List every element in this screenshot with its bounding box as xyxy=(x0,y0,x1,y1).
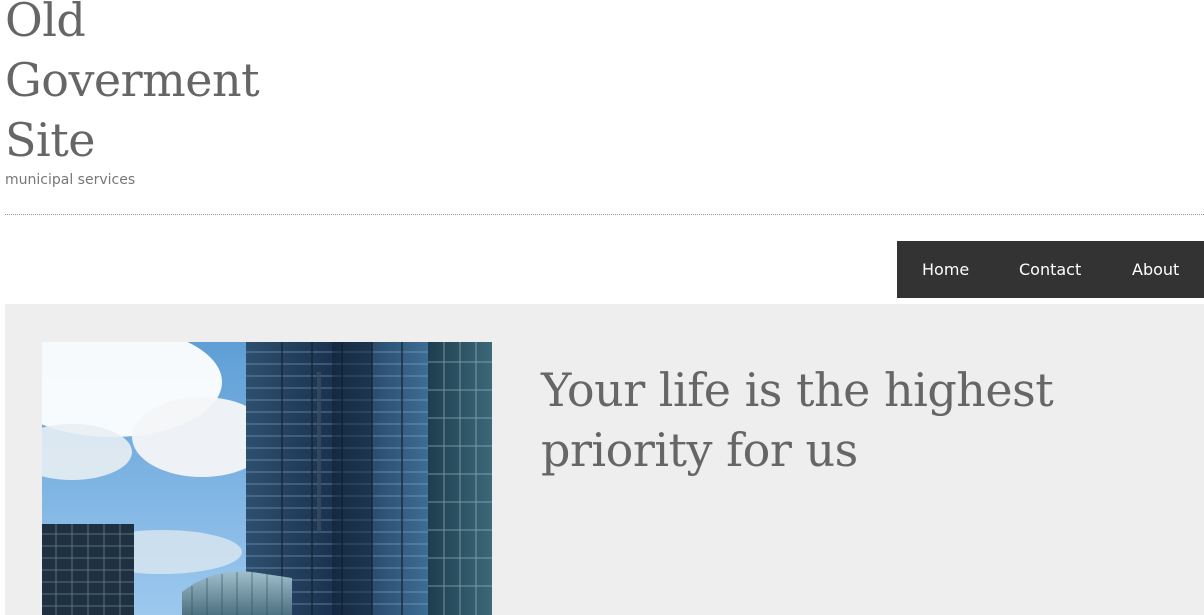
site-tagline: municipal services xyxy=(5,172,136,188)
site-title-line-3: Site xyxy=(5,113,95,167)
site-title-line-2: Goverment xyxy=(5,53,260,107)
hero-heading: Your life is the highest priority for us xyxy=(541,363,1054,477)
nav-home-link[interactable]: Home xyxy=(922,260,969,279)
page: Old Goverment Site municipal services Ho… xyxy=(0,0,1204,615)
header-divider xyxy=(5,214,1204,215)
hero-image xyxy=(42,342,492,615)
main-nav: Home Contact About xyxy=(897,241,1204,298)
site-title-line-1: Old xyxy=(5,0,86,47)
site-title[interactable]: Old Goverment Site xyxy=(5,0,305,170)
nav-contact-link[interactable]: Contact xyxy=(1019,260,1081,279)
hero-section: Your life is the highest priority for us xyxy=(5,304,1204,615)
nav-about-link[interactable]: About xyxy=(1132,260,1179,279)
